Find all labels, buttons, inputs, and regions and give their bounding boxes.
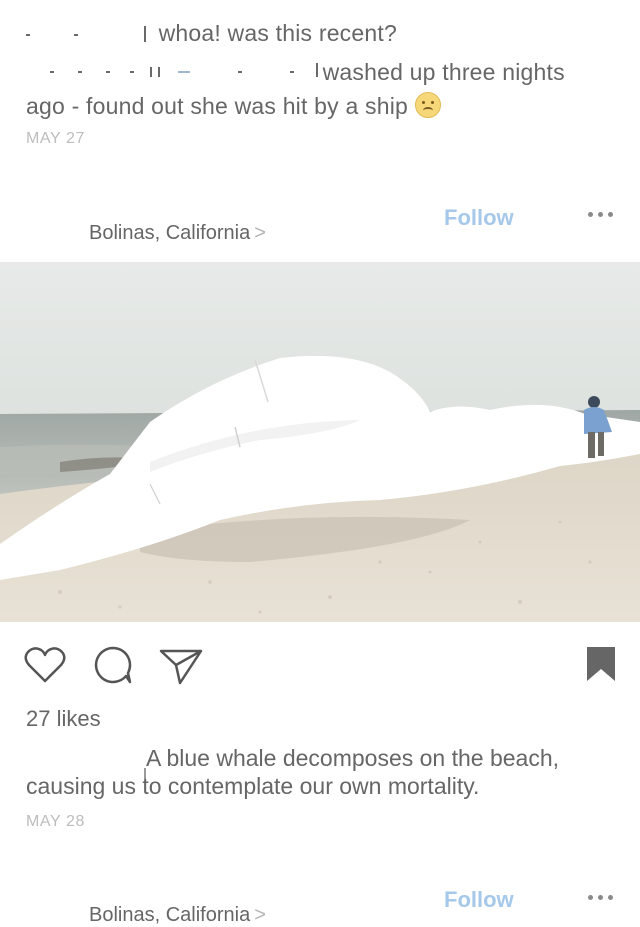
- comment-2: washed up three nights: [26, 59, 565, 86]
- comment-2-continuation: ago - found out she was hit by a ship: [26, 92, 441, 120]
- post-photo[interactable]: [0, 262, 640, 622]
- location-text: Bolinas, California: [89, 222, 251, 244]
- chevron-right-icon: >: [254, 904, 266, 926]
- post-location-link[interactable]: Bolinas, California >: [89, 222, 266, 245]
- like-heart-icon[interactable]: [23, 645, 67, 685]
- more-options-icon[interactable]: [588, 893, 616, 903]
- sad-tear-emoji-icon: [414, 92, 441, 118]
- share-send-icon[interactable]: [158, 645, 204, 687]
- beach-photo: [0, 262, 640, 622]
- comment-author-masked[interactable]: [26, 62, 318, 79]
- caption-author-masked[interactable]: [26, 759, 146, 782]
- comment-author-masked[interactable]: [26, 25, 152, 42]
- post-caption: A blue whale decomposes on the beach, ca…: [26, 744, 616, 800]
- comment-1: whoa! was this recent?: [26, 20, 397, 47]
- more-options-icon[interactable]: [588, 210, 616, 220]
- bookmark-icon[interactable]: [585, 645, 617, 683]
- caption-text: A blue whale decomposes on the beach, ca…: [26, 745, 560, 799]
- post-location-link[interactable]: Bolinas, California >: [89, 904, 266, 927]
- follow-button[interactable]: Follow: [444, 205, 514, 231]
- comment-bubble-icon[interactable]: [92, 644, 134, 686]
- likes-count[interactable]: 27 likes: [26, 706, 101, 732]
- comment-text: whoa! was this recent?: [158, 20, 397, 46]
- chevron-right-icon: >: [254, 222, 266, 244]
- location-text: Bolinas, California: [89, 904, 251, 926]
- follow-button[interactable]: Follow: [444, 887, 514, 913]
- post-date: MAY 28: [26, 813, 86, 830]
- comment-text: washed up three nights: [322, 59, 565, 85]
- comments-date: MAY 27: [26, 130, 86, 147]
